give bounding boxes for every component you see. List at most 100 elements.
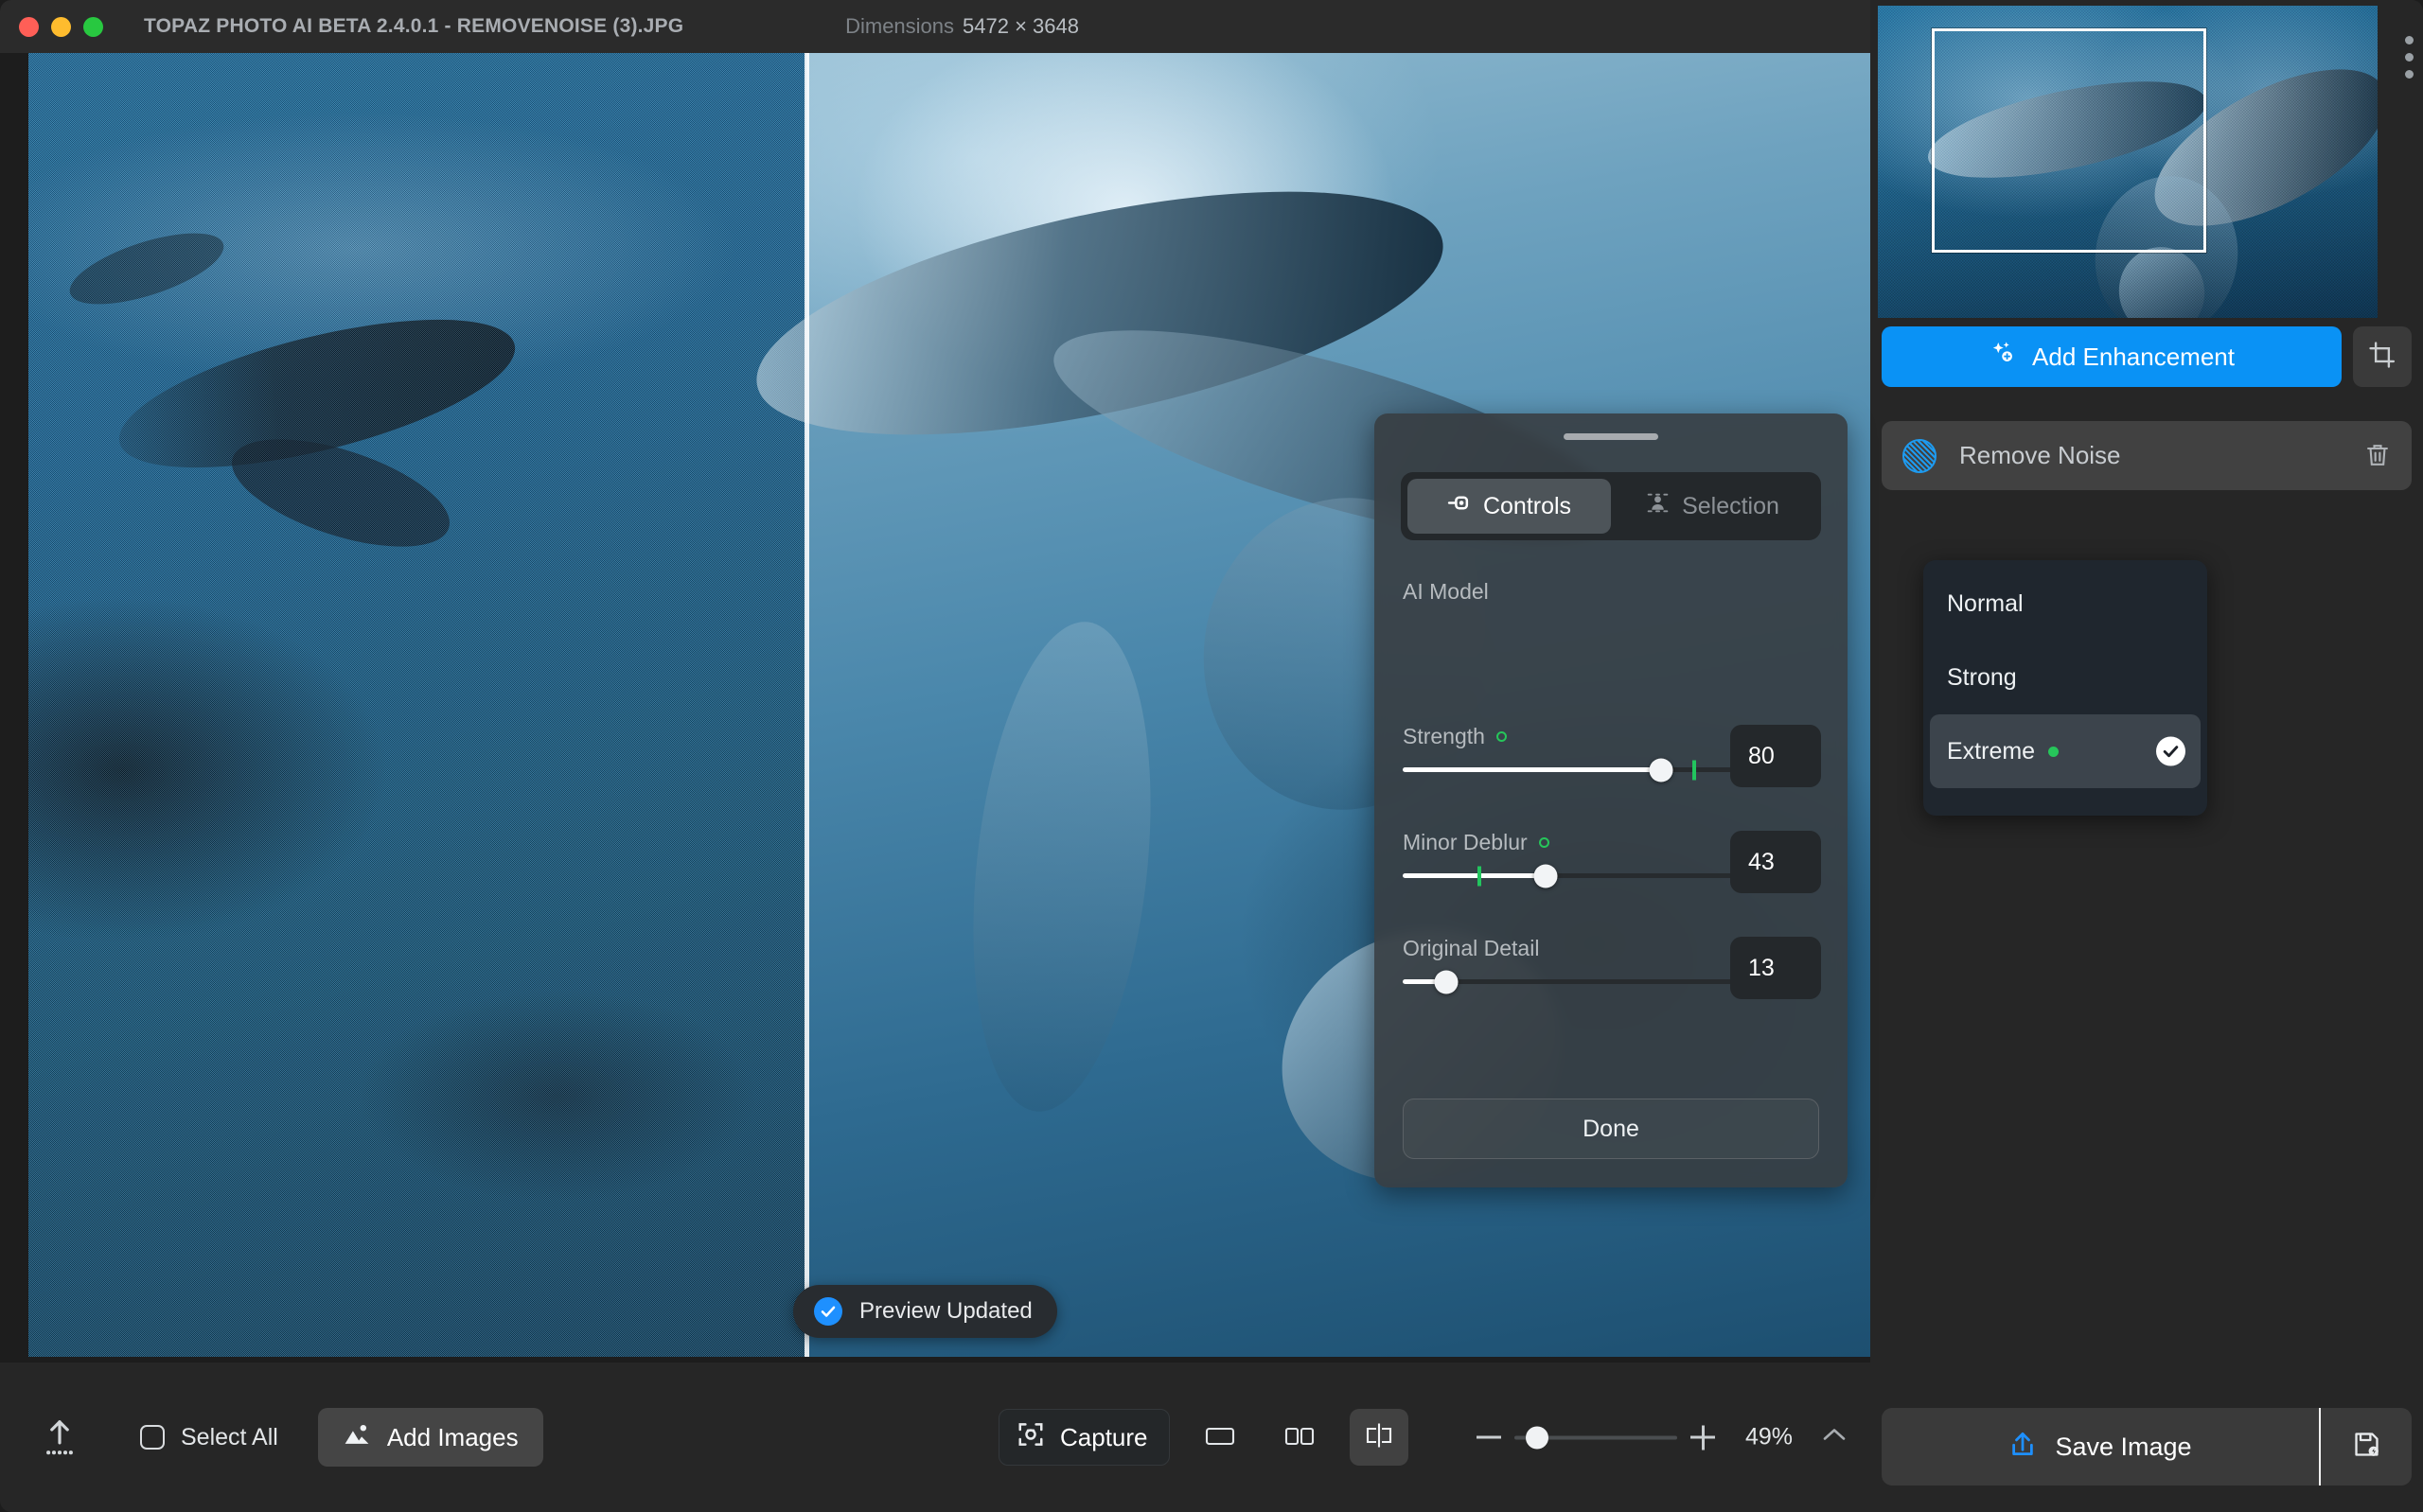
select-all-label: Select All [181, 1424, 278, 1451]
split-comparison-divider[interactable] [805, 53, 809, 1357]
slider-fill [1403, 873, 1546, 878]
bottom-toolbar: Select All Add Images [0, 1363, 1870, 1512]
window-title: TOPAZ PHOTO AI BETA 2.4.0.1 - REMOVENOIS… [144, 15, 683, 38]
dimensions-label: Dimensions [845, 14, 954, 38]
slider-minor-deblur-thumb[interactable] [1533, 864, 1557, 888]
window-controls [19, 17, 103, 37]
panel-drag-handle[interactable] [1564, 433, 1658, 440]
slider-original-detail-value[interactable]: 13 [1730, 937, 1821, 999]
dimensions-value: 5472 × 3648 [963, 14, 1079, 38]
maximize-window-button[interactable] [83, 17, 103, 37]
sidebar-actions-row: Add Enhancement [1872, 326, 2421, 387]
split-compare-icon [1363, 1421, 1395, 1454]
ai-model-label: AI Model [1403, 579, 1489, 605]
zoom-slider-track[interactable] [1514, 1435, 1677, 1439]
ai-model-option-extreme[interactable]: Extreme [1930, 714, 2201, 788]
navigator-thumbnail[interactable] [1878, 6, 2378, 318]
slider-original-detail-thumb[interactable] [1434, 970, 1458, 993]
save-upload-icon [2008, 1430, 2037, 1465]
dolphin-shape [951, 613, 1172, 1120]
crop-button[interactable] [2353, 326, 2412, 387]
slider-strength-label: Strength [1403, 724, 1485, 749]
slider-minor-deblur: Minor Deblur [1403, 830, 1734, 878]
slider-default-marker [1692, 760, 1696, 780]
panel-tabs: Controls Selection [1401, 472, 1821, 540]
enhancement-name: Remove Noise [1959, 441, 2364, 470]
capture-button[interactable]: Capture [999, 1409, 1170, 1466]
done-button[interactable]: Done [1403, 1099, 1819, 1159]
add-images-label: Add Images [387, 1423, 519, 1452]
slider-strength-thumb[interactable] [1650, 758, 1673, 782]
single-pane-view-button[interactable] [1191, 1409, 1249, 1466]
preview-updated-toast: Preview Updated [793, 1285, 1057, 1338]
export-icon[interactable] [42, 1417, 78, 1457]
close-window-button[interactable] [19, 17, 39, 37]
value-text: 13 [1748, 955, 1775, 982]
enhancement-list-item-remove-noise[interactable]: Remove Noise [1882, 421, 2412, 490]
slider-fill [1403, 767, 1661, 772]
save-as-icon [2352, 1430, 2381, 1464]
enhancement-controls-panel: Controls Selection AI Model Normal Stro [1374, 413, 1848, 1187]
minus-icon[interactable] [1477, 1436, 1501, 1439]
slider-original-detail-label: Original Detail [1403, 936, 1539, 961]
ai-model-dropdown[interactable]: Normal Strong Extreme [1923, 560, 2207, 816]
save-image-button[interactable]: Save Image [1882, 1408, 2319, 1486]
check-circle-icon [814, 1297, 842, 1326]
slider-strength-header: Strength [1403, 724, 1734, 749]
option-label: Strong [1947, 664, 2017, 692]
select-all-checkbox[interactable]: Select All [140, 1424, 278, 1451]
save-as-button[interactable] [2321, 1408, 2412, 1486]
bottom-left-group: Select All Add Images [42, 1408, 543, 1467]
zoom-controls: 49% [1477, 1424, 1848, 1451]
slider-original-detail-track[interactable] [1403, 979, 1734, 984]
modified-indicator-ring [1496, 731, 1507, 742]
tab-controls-label: Controls [1483, 493, 1571, 520]
trash-icon[interactable] [2364, 442, 2391, 470]
image-noise-overlay [28, 53, 816, 1357]
slider-original-detail-header: Original Detail [1403, 936, 1734, 961]
slider-strength-value[interactable]: 80 [1730, 725, 1821, 787]
slider-default-marker [1477, 866, 1481, 886]
split-compare-view-button[interactable] [1350, 1409, 1408, 1466]
sliders-icon [1447, 491, 1471, 521]
minimize-window-button[interactable] [51, 17, 71, 37]
modified-indicator-ring [1539, 837, 1549, 848]
add-enhancement-label: Add Enhancement [2032, 343, 2235, 372]
ai-model-option-normal[interactable]: Normal [1930, 567, 2201, 641]
capture-icon [1017, 1420, 1045, 1455]
navigator-viewport-rect[interactable] [1932, 28, 2206, 253]
check-circle-icon [2156, 737, 2185, 766]
slider-minor-deblur-track[interactable] [1403, 873, 1734, 878]
chevron-up-icon[interactable] [1821, 1427, 1848, 1449]
tab-selection-label: Selection [1682, 493, 1779, 520]
dual-pane-icon [1283, 1421, 1316, 1454]
modified-indicator-dot [2048, 747, 2059, 757]
slider-minor-deblur-value[interactable]: 43 [1730, 831, 1821, 893]
slider-strength-track[interactable] [1403, 767, 1734, 772]
single-pane-icon [1204, 1421, 1236, 1454]
image-dimensions: Dimensions 5472 × 3648 [845, 14, 1079, 39]
image-stack-icon [343, 1422, 371, 1453]
zoom-slider-thumb[interactable] [1526, 1426, 1548, 1449]
zoom-level-value: 49% [1745, 1424, 1793, 1451]
kebab-menu-icon[interactable] [2405, 36, 2414, 79]
checkbox-box [140, 1425, 165, 1450]
ai-model-option-strong[interactable]: Strong [1930, 641, 2201, 714]
add-enhancement-button[interactable]: Add Enhancement [1882, 326, 2342, 387]
dual-pane-view-button[interactable] [1270, 1409, 1329, 1466]
slider-strength: Strength [1403, 724, 1734, 772]
tab-selection[interactable]: Selection [1611, 479, 1814, 534]
save-image-row: Save Image [1882, 1408, 2412, 1486]
view-mode-group: Capture [999, 1409, 1408, 1466]
person-selection-icon [1646, 491, 1670, 521]
add-images-button[interactable]: Add Images [318, 1408, 543, 1467]
value-text: 43 [1748, 849, 1775, 876]
save-image-label: Save Image [2055, 1433, 2191, 1462]
option-label: Normal [1947, 590, 2024, 618]
option-label: Extreme [1947, 738, 2035, 765]
slider-minor-deblur-header: Minor Deblur [1403, 830, 1734, 855]
remove-noise-icon [1902, 439, 1937, 473]
plus-icon[interactable] [1690, 1425, 1715, 1450]
value-text: 80 [1748, 743, 1775, 770]
tab-controls[interactable]: Controls [1407, 479, 1611, 534]
